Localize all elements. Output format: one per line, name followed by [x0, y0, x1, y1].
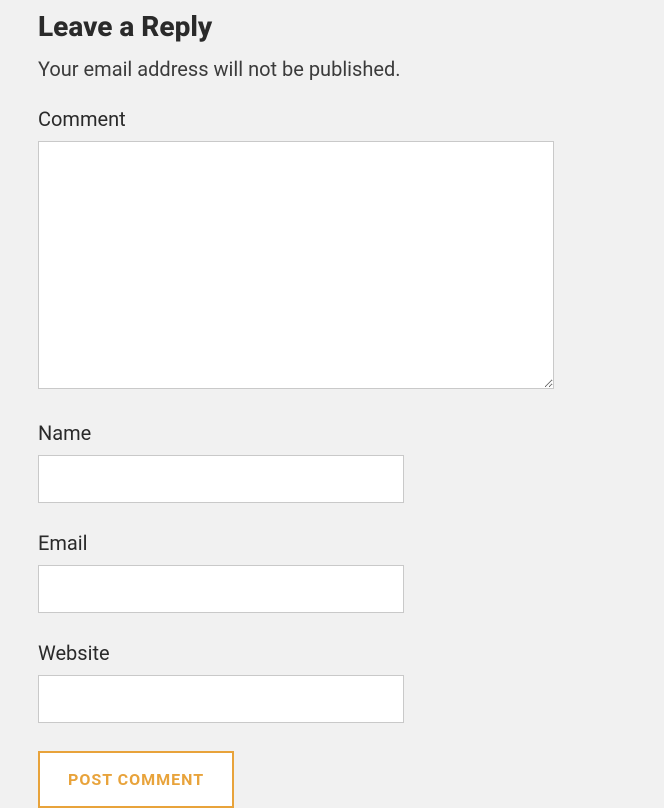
email-field-group: Email — [38, 531, 626, 613]
name-field-group: Name — [38, 421, 626, 503]
form-title: Leave a Reply — [38, 10, 626, 43]
email-label: Email — [38, 531, 626, 555]
name-label: Name — [38, 421, 626, 445]
website-field-group: Website — [38, 641, 626, 723]
comment-field-group: Comment — [38, 107, 626, 393]
website-label: Website — [38, 641, 626, 665]
comment-label: Comment — [38, 107, 626, 131]
form-note: Your email address will not be published… — [38, 57, 626, 81]
post-comment-button[interactable]: POST COMMENT — [38, 751, 234, 808]
comment-textarea[interactable] — [38, 141, 554, 389]
website-input[interactable] — [38, 675, 404, 723]
email-input[interactable] — [38, 565, 404, 613]
name-input[interactable] — [38, 455, 404, 503]
